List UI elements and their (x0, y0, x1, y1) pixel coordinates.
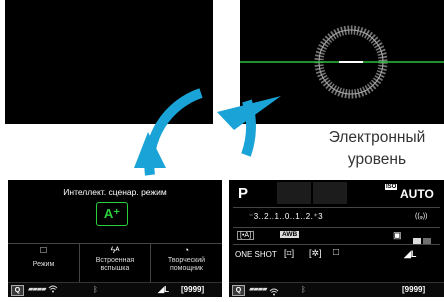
shooting-mode[interactable]: P (238, 185, 248, 202)
drive-mode-icon: □ (40, 245, 47, 256)
drive-mode-icon[interactable]: □ (333, 247, 339, 258)
status-bar: Q ▰▰▰▰ ᛒ [9999] (229, 282, 444, 297)
creative-assist-label: Творческий помощник (167, 257, 206, 273)
shots-remaining: [9999] (402, 285, 426, 294)
creative-assist-icon: ◔ (183, 245, 190, 255)
iso-value[interactable]: AUTO (400, 187, 434, 201)
caption-line2: уровень (347, 151, 407, 168)
image-quality-label[interactable]: ◢L (404, 249, 416, 260)
picture-style-icon[interactable]: ▣ (393, 230, 402, 241)
camera-settings-icon (413, 232, 431, 244)
screen-title: Интеллект. сценар. режим (63, 187, 167, 197)
flash-label: Встроенная вспышка (95, 257, 135, 273)
divider (233, 207, 440, 208)
image-quality-label: ◢L (158, 285, 170, 294)
flash-icon: ϟᴬ (110, 245, 120, 255)
shooting-settings-screen: P ISO AUTO ⁻3..2..1..0..1..2.⁺3 ((ᵩ)) [•… (229, 180, 444, 297)
status-bar: Q ▰▰▰▰ ᛒ ◢L [9999] (8, 282, 222, 297)
divider (233, 244, 440, 245)
quick-control-button[interactable]: Q (11, 285, 24, 296)
scene-auto-mode-icon[interactable]: A⁺ (96, 202, 128, 226)
shots-remaining: [9999] (181, 285, 205, 294)
divider (8, 243, 222, 244)
caption-line1: Электронный (328, 129, 426, 146)
bluetooth-icon: ᛒ (93, 285, 98, 294)
white-balance-label[interactable]: AWB (280, 231, 300, 238)
battery-icon: ▰▰▰▰ (249, 286, 268, 293)
wireless-icon: ((ᵩ)) (415, 213, 428, 220)
auto-lighting-icon[interactable]: [•A] (237, 231, 255, 240)
wifi-off-icon (269, 284, 279, 302)
aperture-cell[interactable] (313, 182, 347, 204)
bluetooth-icon: ᛒ (301, 285, 306, 294)
drive-mode-label: Режим (32, 260, 55, 268)
flash-option[interactable]: ϟᴬ Встроенная вспышка (80, 245, 150, 273)
metering-icon[interactable]: [✲] (309, 248, 322, 259)
battery-icon: ▰▰▰▰ (28, 286, 47, 293)
scene-auto-screen: Интеллект. сценар. режим A⁺ □ Режим ϟᴬ В… (8, 180, 222, 297)
shutter-speed-cell[interactable] (277, 182, 311, 204)
af-area-icon[interactable]: [⌗] (284, 248, 294, 259)
drive-mode-option[interactable]: □ Режим (8, 245, 79, 269)
exposure-scale[interactable]: ⁻3..2..1..0..1..2.⁺3 (249, 212, 323, 221)
af-operation[interactable]: ONE SHOT (235, 250, 277, 259)
creative-assist-option[interactable]: ◔ Творческий помощник (151, 245, 222, 273)
quick-control-button[interactable]: Q (232, 285, 245, 296)
wifi-off-icon (48, 284, 58, 296)
iso-label: ISO (385, 184, 398, 190)
divider (233, 227, 440, 228)
